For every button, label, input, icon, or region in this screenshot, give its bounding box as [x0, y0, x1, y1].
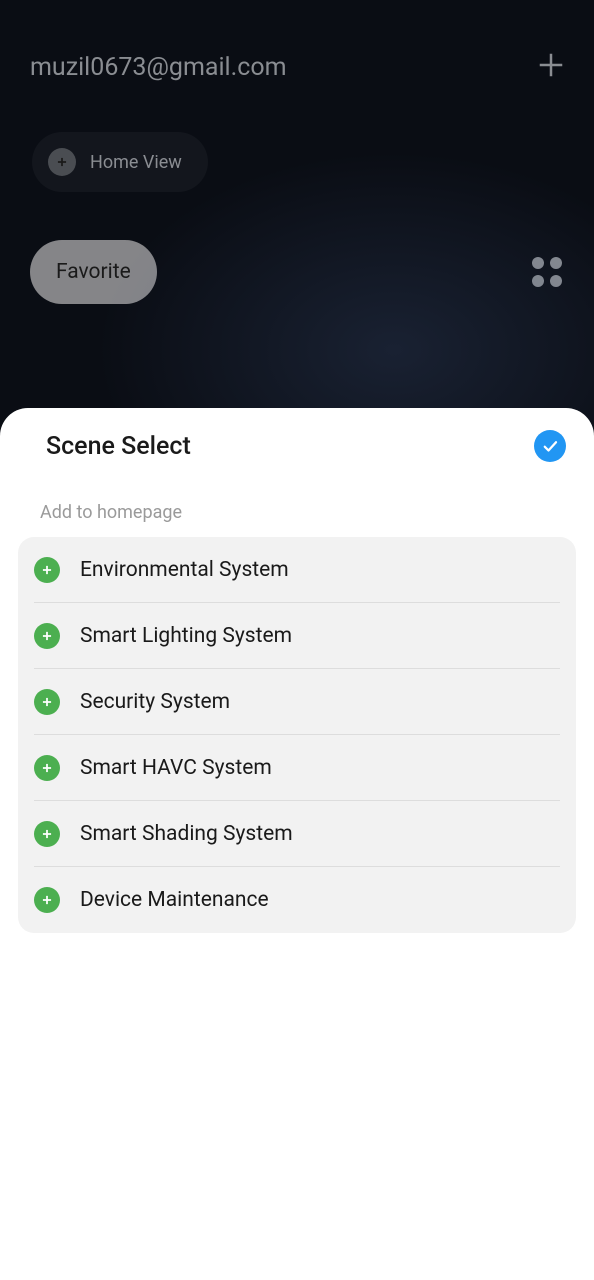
scene-item-havc[interactable]: Smart HAVC System — [18, 735, 576, 801]
sheet-header: Scene Select — [0, 408, 594, 462]
scene-item-maintenance[interactable]: Device Maintenance — [18, 867, 576, 933]
home-view-label: Home View — [90, 152, 182, 173]
scene-label: Environmental System — [80, 558, 289, 582]
grid-view-icon[interactable] — [530, 255, 564, 289]
add-icon — [34, 821, 60, 847]
scene-item-lighting[interactable]: Smart Lighting System — [18, 603, 576, 669]
add-icon[interactable] — [536, 50, 566, 84]
sheet-title: Scene Select — [46, 432, 191, 461]
scene-item-environmental[interactable]: Environmental System — [18, 537, 576, 603]
confirm-button[interactable] — [534, 430, 566, 462]
scene-item-shading[interactable]: Smart Shading System — [18, 801, 576, 867]
scene-label: Smart Lighting System — [80, 624, 292, 648]
account-email[interactable]: muzil0673@gmail.com — [30, 53, 287, 82]
add-icon — [34, 755, 60, 781]
home-view-button[interactable]: Home View — [32, 132, 208, 192]
scene-list: Environmental System Smart Lighting Syst… — [18, 537, 576, 933]
scene-label: Smart HAVC System — [80, 756, 272, 780]
scene-label: Security System — [80, 690, 230, 714]
add-icon — [34, 557, 60, 583]
sheet-subtitle: Add to homepage — [0, 462, 594, 523]
tabs-row: Favorite — [30, 240, 564, 304]
tab-favorite[interactable]: Favorite — [30, 240, 157, 304]
plus-circle-icon — [48, 148, 76, 176]
scene-select-sheet: Scene Select Add to homepage Environment… — [0, 408, 594, 1280]
header: muzil0673@gmail.com — [0, 0, 594, 84]
add-icon — [34, 887, 60, 913]
scene-label: Device Maintenance — [80, 888, 269, 912]
add-icon — [34, 623, 60, 649]
add-icon — [34, 689, 60, 715]
scene-label: Smart Shading System — [80, 822, 293, 846]
scene-item-security[interactable]: Security System — [18, 669, 576, 735]
